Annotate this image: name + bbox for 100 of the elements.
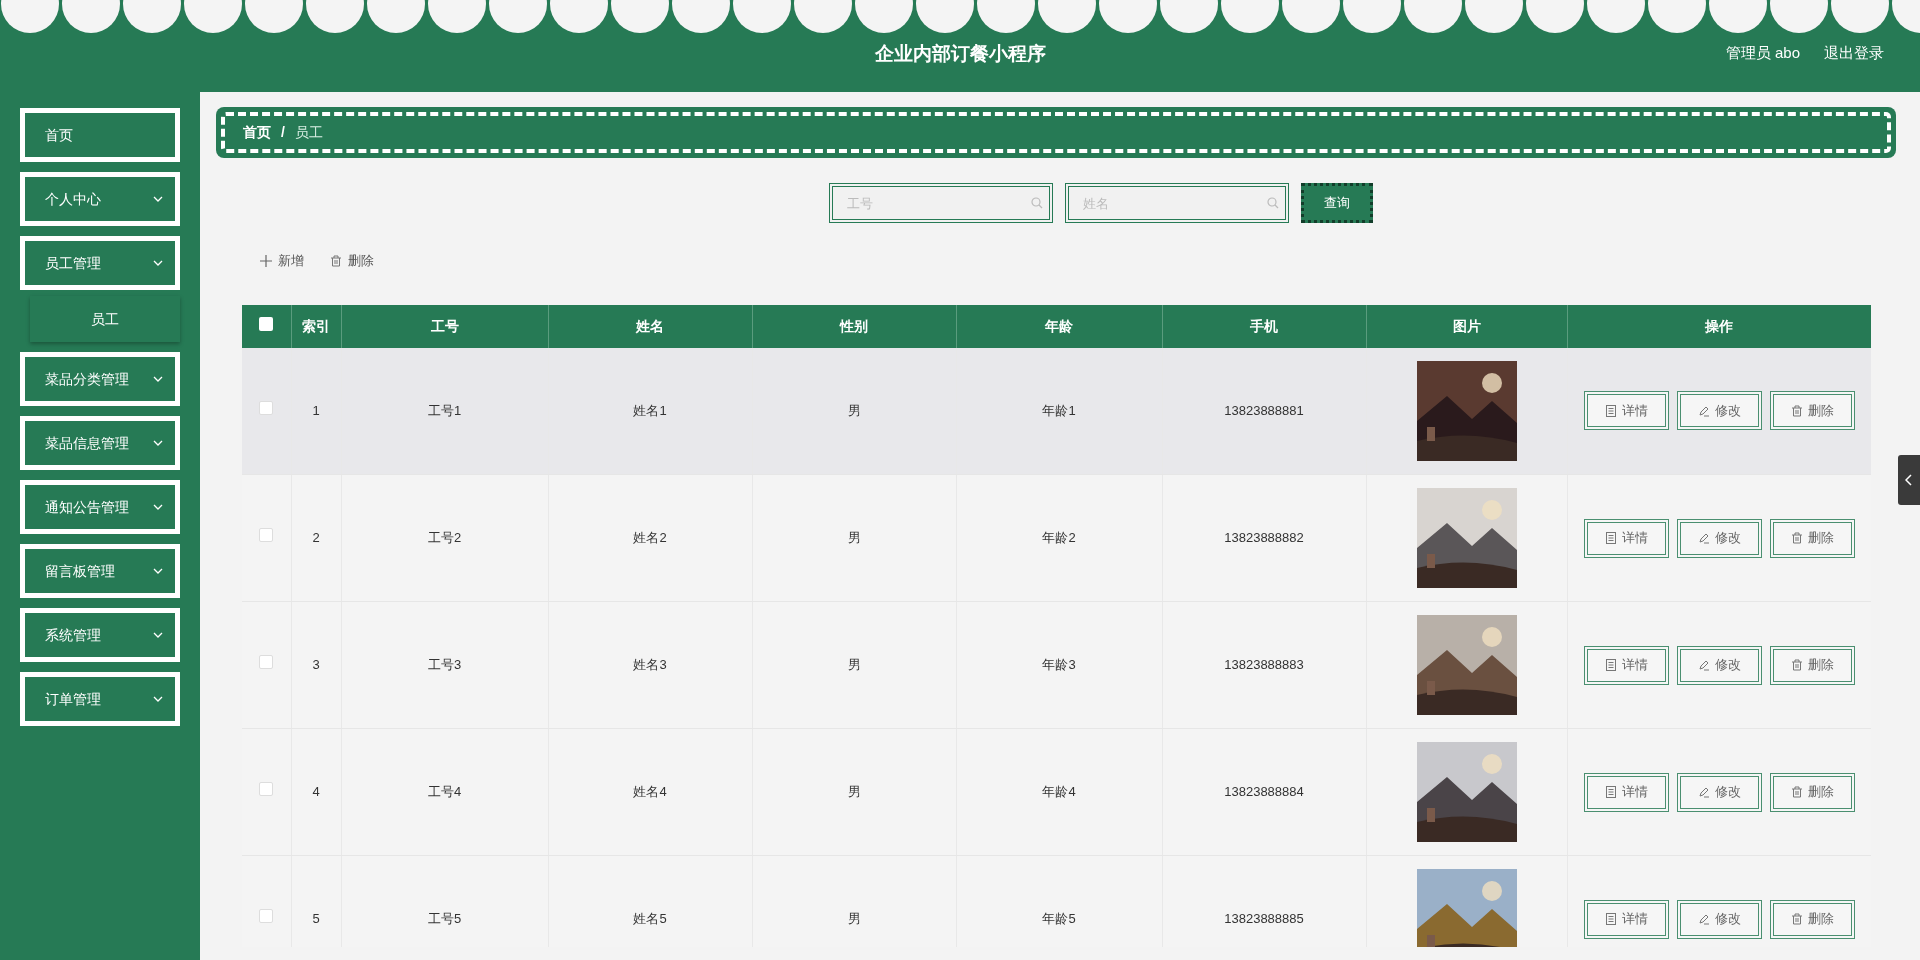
detail-button[interactable]: 详情 — [1583, 518, 1669, 558]
search-button[interactable]: 查询 — [1301, 183, 1373, 223]
table-cell: 年龄5 — [1042, 911, 1076, 927]
table-cell: 13823888881 — [1224, 403, 1304, 418]
breadcrumb-separator: / — [281, 123, 285, 142]
table-cell: 工号4 — [427, 784, 462, 800]
delete-button[interactable]: 删除 — [1769, 391, 1855, 431]
select-all-checkbox[interactable] — [259, 316, 274, 331]
collapse-handle[interactable] — [1898, 455, 1920, 505]
row-checkbox[interactable] — [259, 909, 274, 924]
trash-icon — [1790, 659, 1803, 671]
sidebar-item[interactable]: 员工管理 — [20, 236, 180, 290]
sidebar-item[interactable]: 菜品信息管理 — [20, 416, 180, 470]
table-cell: 年龄1 — [1042, 403, 1076, 418]
edit-button[interactable]: 修改 — [1676, 772, 1762, 812]
pencil-icon — [1697, 913, 1710, 925]
document-icon — [1604, 913, 1617, 925]
sidebar-item[interactable]: 首页 — [20, 108, 180, 162]
table-cell: 男 — [847, 403, 861, 418]
column-header[interactable]: 手机 — [1162, 304, 1366, 348]
chevron-down-icon — [153, 632, 163, 638]
table-cell: 4 — [312, 784, 320, 800]
table-cell: 姓名4 — [633, 784, 667, 800]
table-cell: 年龄3 — [1042, 657, 1076, 673]
toolbar-button[interactable]: 删除 — [330, 251, 374, 271]
trash-icon — [1790, 404, 1803, 417]
document-icon — [1604, 659, 1617, 671]
delete-button[interactable]: 删除 — [1769, 518, 1855, 558]
table-cell: 男 — [847, 911, 861, 927]
table-cell: 13823888883 — [1224, 657, 1304, 673]
chevron-down-icon — [153, 568, 163, 574]
sidebar-item[interactable]: 订单管理 — [20, 672, 180, 726]
breadcrumb-item[interactable]: 首页 — [243, 122, 271, 143]
table-cell: 2 — [312, 530, 320, 546]
chevron-down-icon — [153, 196, 163, 202]
table-cell: 年龄4 — [1042, 784, 1076, 800]
row-checkbox[interactable] — [259, 401, 274, 415]
column-header[interactable]: 工号 — [341, 304, 548, 348]
table-cell: 姓名2 — [633, 530, 667, 546]
sidebar-item[interactable]: 菜品分类管理 — [20, 352, 180, 406]
table-cell: 5 — [312, 911, 320, 927]
pencil-icon — [1697, 404, 1710, 417]
edit-button[interactable]: 修改 — [1676, 645, 1762, 685]
table-cell: 姓名1 — [633, 403, 667, 418]
table-cell: 工号5 — [427, 911, 462, 927]
trash-icon — [1790, 913, 1803, 925]
delete-button[interactable]: 删除 — [1769, 645, 1855, 685]
edit-button[interactable]: 修改 — [1676, 391, 1762, 431]
pencil-icon — [1697, 659, 1710, 671]
chevron-down-icon — [153, 376, 163, 382]
table-cell: 姓名5 — [633, 911, 667, 927]
trash-icon — [1790, 532, 1803, 544]
trash-icon — [330, 254, 342, 267]
table-cell: 姓名3 — [633, 657, 667, 673]
search-icon — [1267, 197, 1279, 209]
detail-button[interactable]: 详情 — [1583, 645, 1669, 685]
sidebar-item[interactable]: 通知公告管理 — [20, 480, 180, 534]
breadcrumb-item: 员工 — [294, 123, 323, 142]
chevron-left-icon — [1905, 474, 1913, 486]
edit-button[interactable]: 修改 — [1676, 899, 1762, 939]
delete-button[interactable]: 删除 — [1769, 772, 1855, 812]
table-cell: 13823888884 — [1224, 784, 1304, 800]
detail-button[interactable]: 详情 — [1583, 772, 1669, 812]
column-header[interactable]: 性别 — [752, 304, 956, 348]
detail-button[interactable]: 详情 — [1583, 899, 1669, 939]
table-cell: 13823888885 — [1224, 911, 1304, 927]
delete-button[interactable]: 删除 — [1769, 899, 1855, 939]
toolbar-button[interactable]: 新增 — [260, 251, 304, 271]
table-cell: 男 — [847, 784, 861, 800]
document-icon — [1604, 786, 1617, 798]
column-header[interactable]: 姓名 — [548, 304, 752, 348]
sidebar-item[interactable]: 留言板管理 — [20, 544, 180, 598]
row-checkbox[interactable] — [259, 782, 274, 797]
table-cell: 男 — [847, 657, 861, 673]
app-title: 企业内部订餐小程序 — [874, 42, 1046, 66]
pencil-icon — [1697, 532, 1710, 544]
document-icon — [1604, 532, 1617, 544]
table-cell: 工号1 — [427, 403, 462, 418]
sidebar-item[interactable]: 系统管理 — [20, 608, 180, 662]
table-cell: 1 — [312, 403, 320, 418]
search-icon — [1031, 197, 1043, 209]
row-checkbox[interactable] — [259, 655, 274, 670]
sidebar-subitem[interactable]: 员工 — [30, 296, 180, 342]
column-header[interactable]: 索引 — [291, 304, 341, 348]
pencil-icon — [1697, 786, 1710, 798]
detail-button[interactable]: 详情 — [1583, 391, 1669, 431]
table-cell: 男 — [847, 530, 861, 546]
logout-link[interactable]: 退出登录 — [1824, 42, 1884, 65]
row-checkbox[interactable] — [259, 528, 274, 543]
column-header[interactable]: 操作 — [1567, 304, 1871, 348]
chevron-down-icon — [153, 504, 163, 510]
user-label: 管理员 abo — [1725, 43, 1800, 63]
chevron-down-icon — [153, 696, 163, 702]
column-header[interactable]: 图片 — [1366, 304, 1567, 348]
sidebar-item[interactable]: 个人中心 — [20, 172, 180, 226]
chevron-down-icon — [153, 260, 163, 266]
edit-button[interactable]: 修改 — [1676, 518, 1762, 558]
table-cell: 年龄2 — [1042, 530, 1076, 546]
plus-icon — [260, 254, 272, 267]
column-header[interactable]: 年龄 — [956, 304, 1162, 348]
